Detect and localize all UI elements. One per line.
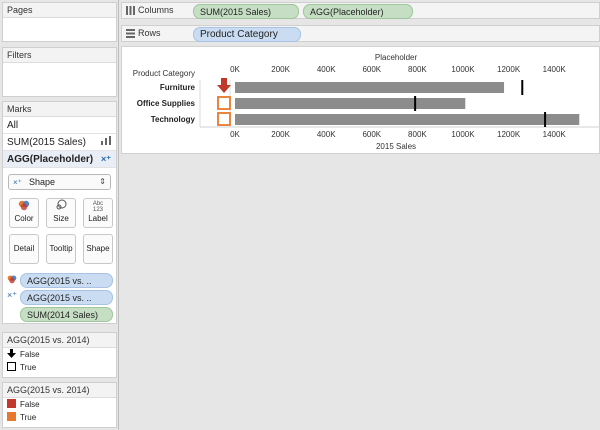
bottom-tick-label: 800K <box>408 130 427 139</box>
bottom-tick-label: 600K <box>362 130 381 139</box>
mark-type-value: Shape <box>29 177 56 187</box>
columns-label: Columns <box>138 5 174 15</box>
square-outline-icon <box>217 112 231 126</box>
label-text-icon: Abc 123 <box>92 201 104 213</box>
category-label: Office Supplies <box>137 99 196 108</box>
shape-button[interactable]: Shape <box>83 234 113 264</box>
bar-chart-icon <box>101 134 111 151</box>
shape-icon: ×⁺ <box>13 178 22 187</box>
color-legend-card: AGG(2015 vs. 2014) False True <box>2 382 117 428</box>
bottom-tick-label: 200K <box>271 130 290 139</box>
chevron-updown-icon: ⇕ <box>99 177 106 186</box>
label-label: Label <box>88 214 108 223</box>
marks-button-grid: Color Size Abc 123 Label Detail Tooltip … <box>3 190 116 270</box>
rows-shelf[interactable]: Rows Product Category <box>121 25 600 42</box>
marks-row-all[interactable]: All <box>3 117 116 134</box>
columns-pill-agg-placeholder[interactable]: AGG(Placeholder) <box>303 4 413 19</box>
legend-item-true[interactable]: True <box>3 361 116 374</box>
legend-item-label: False <box>20 350 40 359</box>
legend-item-label: True <box>20 413 37 422</box>
mark-type-dropdown[interactable]: ×⁺ Shape ⇕ <box>8 174 111 190</box>
marks-row-sum-2015-sales[interactable]: SUM(2015 Sales) <box>3 134 116 151</box>
label-button[interactable]: Abc 123 Label <box>83 198 113 228</box>
marks-row-label: SUM(2015 Sales) <box>7 137 86 148</box>
bottom-tick-label: 1000K <box>451 130 475 139</box>
rows-pill-product-category[interactable]: Product Category <box>193 27 301 42</box>
marks-row-agg-placeholder[interactable]: AGG(Placeholder) ×⁺ <box>3 151 116 168</box>
color-icon <box>10 199 38 214</box>
square-outline-icon <box>7 362 16 371</box>
bottom-tick-label: 1200K <box>497 130 521 139</box>
shape-icon: ×⁺ <box>100 154 111 164</box>
color-label: Color <box>14 214 34 223</box>
legend-item-label: True <box>20 363 37 372</box>
field-pill-detail[interactable]: SUM(2014 Sales) <box>20 307 113 322</box>
chart: Placeholder Product Category 2015 Sales … <box>133 53 600 151</box>
bar-1 <box>235 82 505 93</box>
down-arrow-icon <box>7 349 16 358</box>
color-swatch <box>7 412 16 421</box>
columns-shelf[interactable]: Columns SUM(2015 Sales) AGG(Placeholder) <box>121 2 600 19</box>
color-legend-title: AGG(2015 vs. 2014) <box>3 383 116 398</box>
legend-item-false[interactable]: False <box>3 398 116 411</box>
bar-3 <box>235 114 580 125</box>
top-tick-label: 800K <box>408 65 427 74</box>
top-tick-label: 600K <box>362 65 381 74</box>
filters-title: Filters <box>3 48 116 63</box>
top-tick-label: 1200K <box>497 65 521 74</box>
marks-fields: AGG(2015 vs. .. ×⁺ AGG(2015 vs. .. SUM(2… <box>3 270 116 330</box>
pages-card[interactable]: Pages <box>2 2 117 42</box>
top-axis-title: Placeholder <box>375 53 418 62</box>
marks-title: Marks <box>3 102 116 117</box>
size-button[interactable]: Size <box>46 198 76 228</box>
size-label: Size <box>53 214 69 223</box>
legend-item-true[interactable]: True <box>3 411 116 424</box>
shape-label: Shape <box>86 244 110 253</box>
tooltip-label: Tooltip <box>49 244 73 253</box>
detail-label: Detail <box>13 244 35 253</box>
bottom-tick-label: 400K <box>317 130 336 139</box>
view-area: Placeholder Product Category 2015 Sales … <box>121 46 600 430</box>
bottom-tick-label: 0K <box>230 130 240 139</box>
color-icon <box>7 274 17 287</box>
marks-row-label: All <box>7 120 19 131</box>
viz-pane: Placeholder Product Category 2015 Sales … <box>121 46 600 154</box>
top-tick-label: 400K <box>317 65 336 74</box>
size-icon <box>47 199 75 214</box>
bar-2 <box>235 98 466 109</box>
marks-card: Marks All SUM(2015 Sales) AGG(Placeholde… <box>2 101 117 324</box>
columns-icon <box>126 6 135 17</box>
field-pill-color[interactable]: AGG(2015 vs. .. <box>20 273 113 288</box>
bottom-tick-label: 1400K <box>543 130 567 139</box>
tooltip-button[interactable]: Tooltip <box>46 234 76 264</box>
filters-card[interactable]: Filters <box>2 47 117 97</box>
top-tick-label: 1000K <box>451 65 475 74</box>
category-label: Technology <box>151 115 196 124</box>
legend-item-false[interactable]: False <box>3 348 116 361</box>
x-axis-label: 2015 Sales <box>376 142 416 151</box>
top-tick-label: 1400K <box>543 65 567 74</box>
rows-icon <box>126 29 135 40</box>
shape-legend-card: AGG(2015 vs. 2014) False True <box>2 332 117 378</box>
left-panel: Pages Filters Marks All SUM(2015 Sales) … <box>0 0 119 430</box>
top-tick-label: 0K <box>230 65 240 74</box>
columns-pill-sum-2015-sales[interactable]: SUM(2015 Sales) <box>193 4 299 19</box>
marks-row-label: AGG(Placeholder) <box>7 154 94 165</box>
field-pill-shape[interactable]: AGG(2015 vs. .. <box>20 290 113 305</box>
color-swatch <box>7 399 16 408</box>
color-button[interactable]: Color <box>9 198 39 228</box>
top-tick-label: 200K <box>271 65 290 74</box>
pages-title: Pages <box>3 3 116 18</box>
rows-label: Rows <box>138 28 161 38</box>
square-outline-icon <box>217 96 231 110</box>
legend-item-label: False <box>20 400 40 409</box>
shape-icon: ×⁺ <box>7 290 18 300</box>
category-label: Furniture <box>160 83 196 92</box>
down-arrow-icon <box>217 78 231 93</box>
row-header: Product Category <box>133 69 195 78</box>
detail-button[interactable]: Detail <box>9 234 39 264</box>
shape-legend-title: AGG(2015 vs. 2014) <box>3 333 116 348</box>
